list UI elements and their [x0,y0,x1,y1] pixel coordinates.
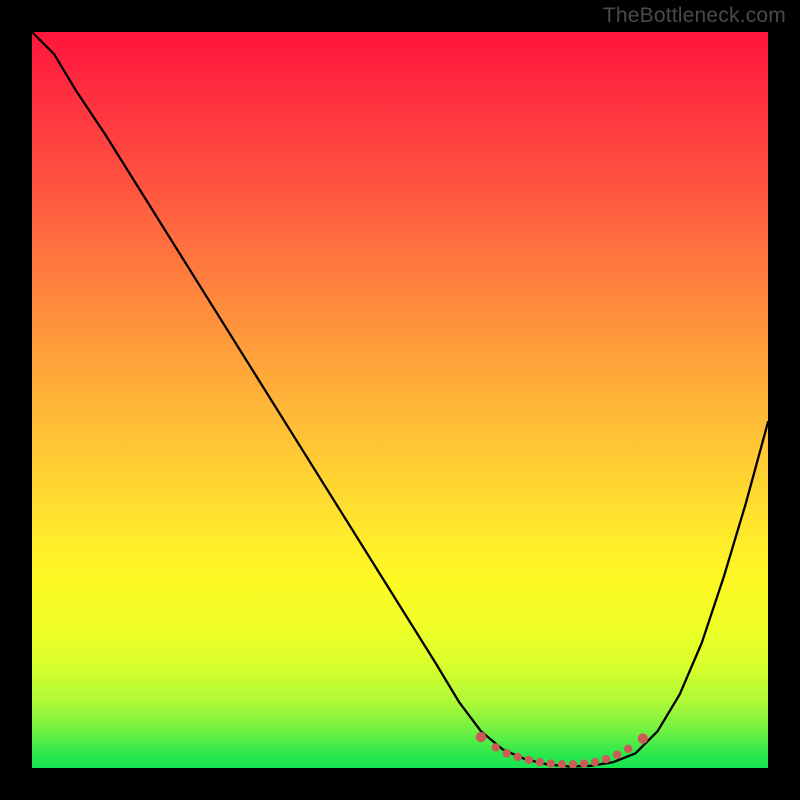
dots-layer [32,32,768,768]
range-dot [525,756,533,764]
range-dot [476,732,486,742]
range-dot [491,743,499,751]
range-dot [547,759,555,767]
range-dot [591,758,599,766]
range-dot [580,759,588,767]
range-dot [514,753,522,761]
range-dot [536,758,544,766]
range-dot [602,755,610,763]
plot-area [32,32,768,768]
range-dot [638,733,648,743]
range-dot [503,749,511,757]
watermark-text: TheBottleneck.com [603,4,786,28]
range-dot [624,745,632,753]
range-dot [613,751,621,759]
range-dot [569,760,577,768]
range-dot [558,760,566,768]
chart-frame: TheBottleneck.com [0,0,800,800]
highlighted-range-dots [476,732,648,768]
